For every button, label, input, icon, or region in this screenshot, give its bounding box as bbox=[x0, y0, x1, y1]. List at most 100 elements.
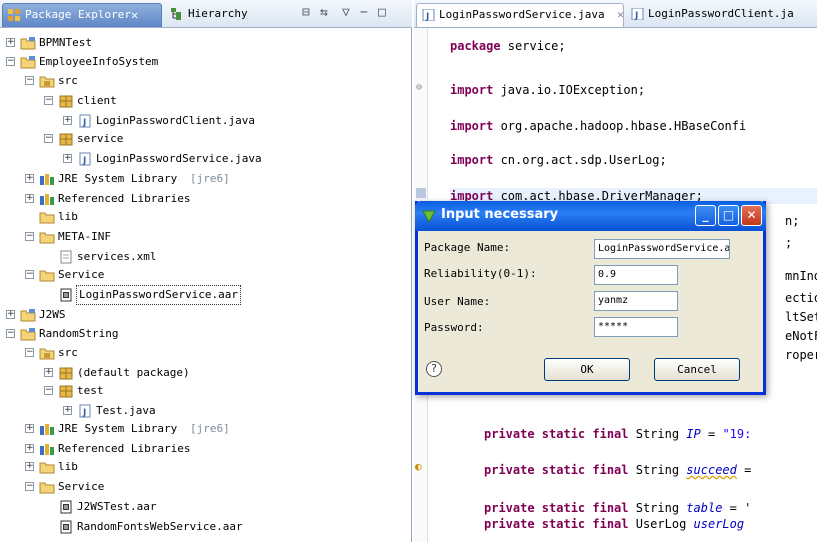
project-tree: + BPMNTest − EmployeeInfoSystem − src − client +… bbox=[0, 30, 411, 542]
code-line: import cn.org.act.sdp.UserLog; bbox=[450, 153, 667, 167]
tree-item[interactable]: + J LoginPasswordClient.java bbox=[0, 112, 410, 130]
expand-icon[interactable]: + bbox=[6, 310, 15, 319]
tree-item-label: lib bbox=[58, 210, 78, 223]
tree-item[interactable]: − META-INF bbox=[0, 228, 410, 246]
expand-icon[interactable]: + bbox=[25, 194, 34, 203]
reliability-field[interactable]: 0.9 bbox=[594, 265, 678, 285]
tab-label: LoginPasswordService.java bbox=[439, 8, 605, 21]
tree-item-label: RandomString bbox=[39, 327, 119, 340]
tree-item[interactable]: − service bbox=[0, 130, 410, 148]
collapse-icon[interactable]: − bbox=[25, 270, 34, 279]
collapse-all-icon[interactable]: ⊟ bbox=[302, 6, 310, 20]
tab-hierarchy[interactable]: Hierarchy bbox=[166, 3, 266, 27]
package-icon bbox=[58, 384, 74, 398]
user-name-field[interactable]: yanmz bbox=[594, 291, 678, 311]
tree-item[interactable]: J2WSTest.aar bbox=[0, 498, 410, 516]
code-fragment: ropert bbox=[785, 348, 817, 362]
expand-icon[interactable]: + bbox=[63, 154, 72, 163]
expand-icon[interactable]: + bbox=[25, 424, 34, 433]
collapse-icon[interactable]: − bbox=[44, 134, 53, 143]
tree-item[interactable]: − EmployeeInfoSystem bbox=[0, 53, 410, 71]
tree-item[interactable]: + J Test.java bbox=[0, 402, 410, 420]
tree-item[interactable]: + Referenced Libraries bbox=[0, 190, 410, 208]
tree-item[interactable]: − test bbox=[0, 382, 410, 400]
ok-button[interactable]: OK bbox=[544, 358, 630, 381]
expand-icon[interactable]: + bbox=[6, 38, 15, 47]
minimize-button[interactable]: _ bbox=[695, 205, 716, 226]
tree-item[interactable]: + JRE System Library [jre6] bbox=[0, 420, 410, 438]
tree-item[interactable]: + Referenced Libraries bbox=[0, 440, 410, 458]
source-folder-icon bbox=[39, 74, 55, 88]
collapse-icon[interactable]: − bbox=[44, 386, 53, 395]
editor-tab-service[interactable]: J LoginPasswordService.java ✕ bbox=[416, 3, 624, 27]
tree-item-label: BPMNTest bbox=[39, 36, 92, 49]
java-file-icon: J bbox=[77, 152, 93, 166]
package-explorer-panel: Package Explorer ✕ Hierarchy ⊟ ⇆ ▽ − □ +… bbox=[0, 0, 412, 542]
close-button[interactable]: ✕ bbox=[741, 205, 762, 226]
tree-item[interactable]: − src bbox=[0, 344, 410, 362]
tree-item[interactable]: RandomFontsWebService.aar bbox=[0, 518, 410, 536]
tree-item[interactable]: services.xml bbox=[0, 248, 410, 266]
collapse-icon[interactable]: − bbox=[25, 232, 34, 241]
tree-item[interactable]: + J LoginPasswordService.java bbox=[0, 150, 410, 168]
maximize-button[interactable]: □ bbox=[718, 205, 739, 226]
tree-item[interactable]: − client bbox=[0, 92, 410, 110]
warning-bulb-icon[interactable]: ◐ bbox=[415, 460, 422, 473]
maximize-icon[interactable]: □ bbox=[378, 6, 386, 20]
tree-item[interactable]: + JRE System Library [jre6] bbox=[0, 170, 410, 188]
tab-package-explorer[interactable]: Package Explorer ✕ bbox=[2, 3, 162, 27]
fold-icon[interactable]: ⊖ bbox=[416, 82, 422, 93]
close-icon[interactable]: ✕ bbox=[131, 4, 138, 26]
tree-item-label: test bbox=[77, 384, 104, 397]
link-with-editor-icon[interactable]: ⇆ bbox=[320, 6, 328, 20]
collapse-icon[interactable]: − bbox=[6, 57, 15, 66]
folder-icon bbox=[39, 230, 55, 244]
code-fragment: ection bbox=[785, 291, 817, 305]
cancel-button[interactable]: Cancel bbox=[654, 358, 740, 381]
expand-icon[interactable]: + bbox=[63, 406, 72, 415]
tree-item[interactable]: + J2WS bbox=[0, 306, 410, 324]
java-file-icon: J bbox=[77, 114, 93, 128]
tab-label: Package Explorer bbox=[25, 8, 131, 21]
project-icon bbox=[20, 327, 36, 341]
expand-icon[interactable]: + bbox=[44, 368, 53, 377]
expand-icon[interactable]: + bbox=[25, 174, 34, 183]
eclipse-window: Package Explorer ✕ Hierarchy ⊟ ⇆ ▽ − □ +… bbox=[0, 0, 817, 542]
tree-item[interactable]: − src bbox=[0, 72, 410, 90]
collapse-icon[interactable]: − bbox=[25, 348, 34, 357]
tree-item-label: LoginPasswordClient.java bbox=[96, 114, 255, 127]
password-field[interactable]: ***** bbox=[594, 317, 678, 337]
editor-tab-client[interactable]: J LoginPasswordClient.ja bbox=[626, 3, 817, 27]
svg-text:J: J bbox=[82, 156, 86, 166]
package-name-field[interactable]: LoginPasswordService.aar bbox=[594, 239, 730, 259]
tree-item-label: Service bbox=[58, 480, 105, 493]
tree-item[interactable]: + lib bbox=[0, 458, 410, 476]
tree-item[interactable]: + BPMNTest bbox=[0, 34, 410, 52]
view-menu-icon[interactable]: ▽ bbox=[342, 6, 350, 20]
tree-item-label: lib bbox=[58, 460, 78, 473]
tree-item-label: src bbox=[58, 74, 78, 87]
tree-item[interactable]: − Service bbox=[0, 478, 410, 496]
tree-item-label: LoginPasswordService.aar bbox=[76, 285, 241, 305]
tree-item[interactable]: − Service bbox=[0, 266, 410, 284]
tree-item[interactable]: − RandomString bbox=[0, 325, 410, 343]
package-icon bbox=[58, 366, 74, 380]
expand-icon[interactable]: + bbox=[25, 444, 34, 453]
close-icon[interactable]: ✕ bbox=[617, 8, 624, 21]
collapse-icon[interactable]: − bbox=[25, 482, 34, 491]
collapse-icon[interactable]: − bbox=[44, 96, 53, 105]
svg-text:J: J bbox=[82, 118, 86, 128]
tree-item-label: client bbox=[77, 94, 117, 107]
tree-item[interactable]: + (default package) bbox=[0, 364, 410, 382]
dialog-title-bar[interactable]: Input necessary _ □ ✕ bbox=[415, 201, 766, 231]
collapse-icon[interactable]: − bbox=[6, 329, 15, 338]
help-icon[interactable]: ? bbox=[426, 361, 442, 377]
minimize-icon[interactable]: − bbox=[360, 6, 368, 20]
tree-item-label: Referenced Libraries bbox=[58, 442, 191, 455]
package-icon bbox=[58, 132, 74, 146]
tree-item[interactable]: LoginPasswordService.aar bbox=[0, 285, 410, 305]
tree-item[interactable]: lib bbox=[0, 208, 410, 226]
expand-icon[interactable]: + bbox=[63, 116, 72, 125]
collapse-icon[interactable]: − bbox=[25, 76, 34, 85]
expand-icon[interactable]: + bbox=[25, 462, 34, 471]
